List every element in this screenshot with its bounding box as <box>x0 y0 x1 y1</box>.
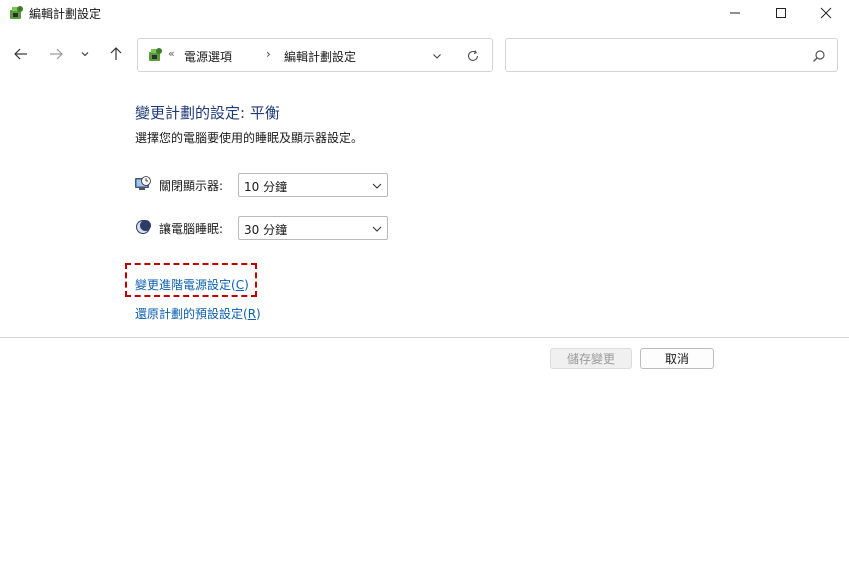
breadcrumb-separator[interactable]: › <box>266 47 271 61</box>
title-bar: 編輯計劃設定 <box>0 0 849 26</box>
address-history-dropdown[interactable] <box>428 47 446 65</box>
restore-link-text: 還原計劃的預設設定( <box>135 307 248 321</box>
moon-icon <box>136 220 151 234</box>
recent-locations-button[interactable] <box>75 42 95 66</box>
restore-link-end: ) <box>256 307 261 321</box>
search-box[interactable] <box>505 38 838 72</box>
advanced-link-accesskey: C <box>235 278 245 292</box>
arrow-right-icon <box>50 48 63 60</box>
display-off-label: 關閉顯示器: <box>159 179 224 193</box>
divider <box>0 337 849 338</box>
arrow-left-icon <box>14 48 27 60</box>
refresh-icon <box>467 50 479 61</box>
forward-button[interactable] <box>44 42 68 66</box>
minimize-button[interactable] <box>712 0 758 26</box>
breadcrumb-edit-plan[interactable]: 編輯計劃設定 <box>284 48 356 65</box>
page-title: 變更計劃的設定: 平衡 <box>135 104 280 122</box>
maximize-icon <box>776 8 786 18</box>
advanced-link-end: ) <box>244 278 249 292</box>
close-icon <box>820 7 832 19</box>
back-button[interactable] <box>9 42 33 66</box>
display-off-value: 10 分鐘 <box>244 180 288 194</box>
cancel-button[interactable]: 取消 <box>640 348 714 369</box>
minimize-icon <box>730 12 740 14</box>
search-icon[interactable] <box>810 47 828 65</box>
power-options-icon <box>10 6 23 19</box>
page-subtitle: 選擇您的電腦要使用的睡眠及顯示器設定。 <box>135 131 364 145</box>
chevron-down-icon <box>372 226 382 232</box>
restore-defaults-link[interactable]: 還原計劃的預設設定(R) <box>135 305 261 322</box>
display-off-select[interactable]: 10 分鐘 <box>238 173 388 197</box>
restore-link-accesskey: R <box>247 307 257 321</box>
save-changes-button[interactable]: 儲存變更 <box>550 348 632 369</box>
chevron-down-icon <box>433 54 441 59</box>
breadcrumb-power-options[interactable]: 電源選項 <box>184 48 232 65</box>
close-button[interactable] <box>803 0 849 26</box>
sleep-value: 30 分鐘 <box>244 223 288 237</box>
address-overflow[interactable]: « <box>168 47 175 60</box>
up-button[interactable] <box>104 42 128 66</box>
search-input[interactable] <box>514 45 804 65</box>
sleep-label: 讓電腦睡眠: <box>159 222 224 236</box>
address-bar[interactable]: « 電源選項 › 編輯計劃設定 <box>137 38 493 72</box>
refresh-button[interactable] <box>464 47 482 65</box>
chevron-down-icon <box>81 52 89 57</box>
window-title: 編輯計劃設定 <box>29 7 102 21</box>
power-options-icon <box>149 48 162 61</box>
chevron-down-icon <box>372 183 382 189</box>
advanced-link-text: 變更進階電源設定( <box>135 278 236 292</box>
arrow-up-icon <box>110 47 122 60</box>
sleep-select[interactable]: 30 分鐘 <box>238 216 388 240</box>
maximize-button[interactable] <box>758 0 804 26</box>
advanced-power-settings-link[interactable]: 變更進階電源設定(C) <box>135 276 249 293</box>
monitor-clock-icon <box>135 176 151 190</box>
